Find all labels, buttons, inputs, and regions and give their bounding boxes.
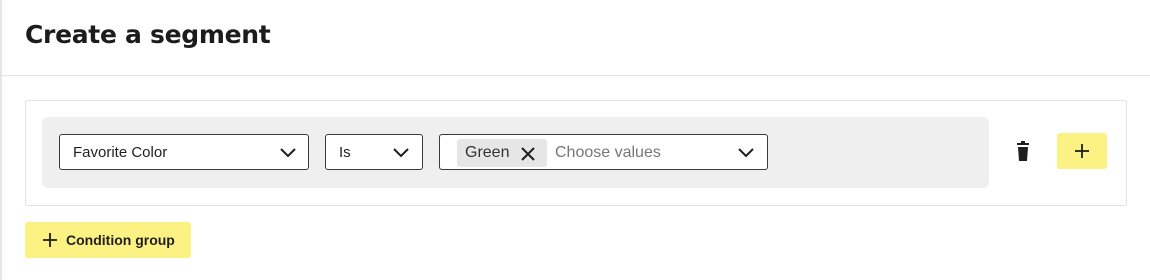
plus-icon: [1075, 144, 1089, 158]
value-chip: Green: [457, 139, 547, 167]
value-chip-label: Green: [465, 144, 510, 161]
page-title: Create a segment: [25, 20, 271, 49]
chevron-down-icon: [280, 148, 296, 158]
add-condition-group-button[interactable]: Condition group: [25, 222, 191, 258]
chevron-down-icon: [393, 148, 409, 158]
values-multiselect[interactable]: Green Choose values: [439, 134, 768, 170]
trash-icon[interactable]: [1011, 141, 1035, 163]
operator-select[interactable]: Is: [325, 134, 423, 170]
chevron-down-icon: [738, 148, 754, 158]
field-select[interactable]: Favorite Color: [59, 134, 309, 170]
plus-icon: [43, 233, 57, 247]
add-condition-button[interactable]: [1057, 133, 1107, 169]
values-placeholder: Choose values: [555, 144, 661, 161]
close-icon[interactable]: [520, 146, 536, 162]
condition-group-label: Condition group: [66, 232, 175, 248]
field-select-value: Favorite Color: [73, 144, 168, 161]
page-header: Create a segment: [0, 0, 1150, 76]
operator-select-value: Is: [339, 144, 351, 161]
